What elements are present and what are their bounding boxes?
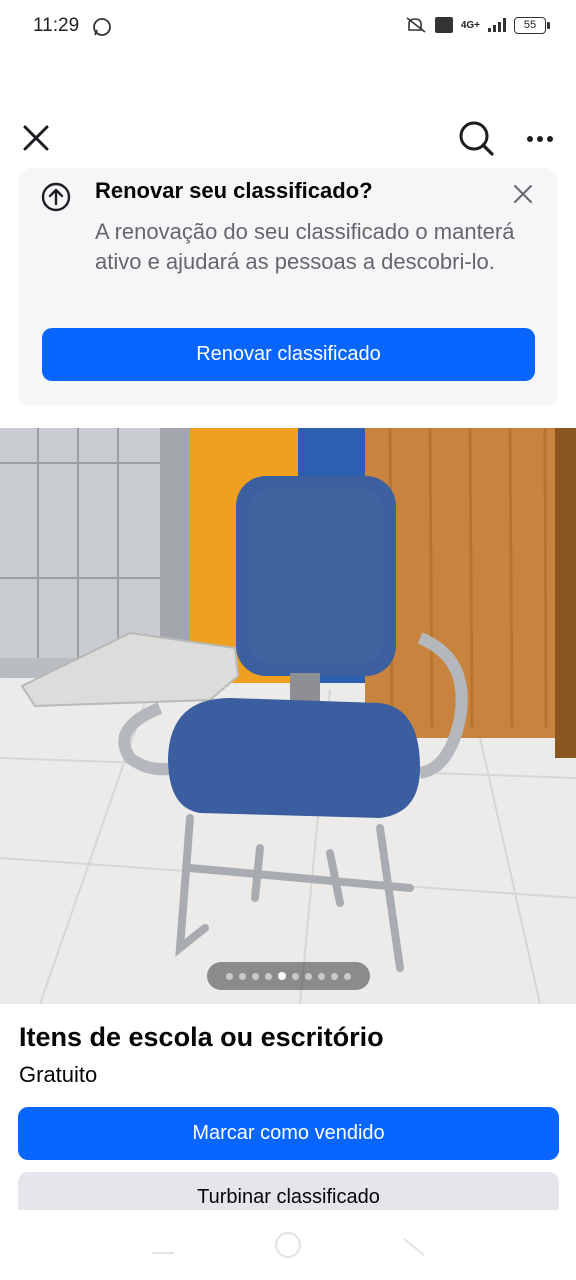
page-dot: [305, 972, 312, 980]
mark-sold-button[interactable]: Marcar como vendido: [18, 1107, 559, 1160]
search-icon[interactable]: [456, 118, 496, 158]
chair-photo-image: [0, 428, 576, 1004]
signal-icon: [488, 18, 506, 32]
whatsapp-icon: [93, 18, 111, 36]
more-icon[interactable]: [520, 124, 560, 154]
page-dot-active: [278, 972, 286, 980]
page-dot: [344, 972, 351, 980]
home-icon: [275, 1232, 301, 1258]
page-dot: [226, 972, 233, 980]
listing-title: Itens de escola ou escritório: [19, 1022, 384, 1052]
status-icons: 4G+ 55: [405, 16, 550, 34]
status-time: 11:29: [33, 15, 80, 36]
arrow-up-circle-icon: [41, 182, 71, 212]
page-dot: [292, 972, 299, 980]
page-dot: [265, 972, 272, 980]
page-dot: [239, 972, 246, 980]
photo-pagination[interactable]: [207, 962, 370, 990]
renew-card-title: Renovar seu classificado?: [95, 178, 373, 203]
page-dot: [252, 972, 259, 980]
renew-card-body: A renovação do seu classificado o manter…: [95, 219, 515, 274]
network-label: 4G+: [460, 19, 480, 31]
volte-icon: [434, 17, 453, 33]
page-dot: [318, 972, 325, 980]
page-dot: [331, 972, 338, 980]
battery-indicator: 55: [514, 16, 550, 34]
renew-button[interactable]: Renovar classificado: [42, 328, 535, 381]
listing-photo[interactable]: [0, 428, 576, 1004]
mute-icon: [406, 17, 426, 33]
dismiss-icon[interactable]: [510, 181, 536, 207]
listing-price: Gratuito: [19, 1062, 98, 1087]
close-icon[interactable]: [18, 120, 54, 156]
system-navigation-bar: [152, 1232, 425, 1258]
back-icon: [403, 1238, 425, 1256]
